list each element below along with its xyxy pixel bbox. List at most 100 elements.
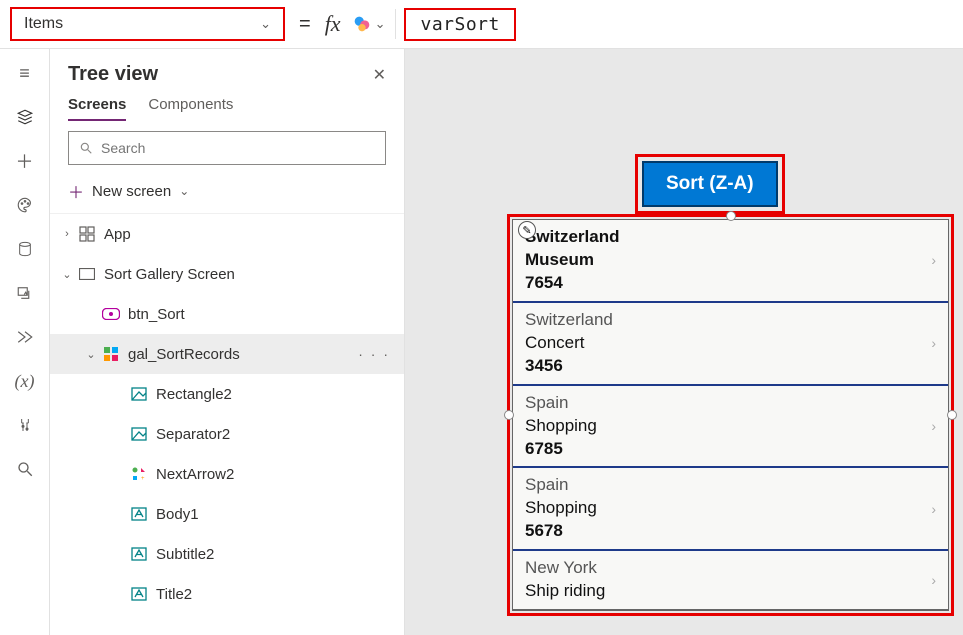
canvas[interactable]: Sort (Z-A) ✎ Switzerland Museum 7654 ›	[405, 49, 963, 635]
screen-icon	[78, 265, 96, 283]
chevron-right-icon[interactable]: ›	[931, 335, 936, 351]
gallery-title: New York	[525, 557, 605, 580]
separator-icon	[130, 425, 148, 443]
tree-view-panel: Tree view ✕ Screens Components ＋ New scr…	[50, 49, 405, 635]
tree-node-separator[interactable]: Separator2	[50, 414, 404, 454]
chevron-right-icon[interactable]: ›	[931, 572, 936, 588]
gallery-subtitle: Shopping	[525, 497, 597, 520]
resize-handle[interactable]	[504, 410, 514, 420]
media-icon[interactable]	[15, 283, 35, 303]
gallery-title: Switzerland	[525, 309, 613, 332]
chevron-right-icon[interactable]: ›	[931, 252, 936, 268]
chevron-down-icon: ⌄	[260, 16, 271, 32]
search-icon	[79, 141, 93, 155]
plus-icon: ＋	[68, 179, 84, 203]
hamburger-icon[interactable]: ≡	[15, 63, 35, 83]
chevron-right-icon[interactable]: ›	[931, 418, 936, 434]
plus-icon[interactable]: ＋	[15, 151, 35, 171]
copilot-icon[interactable]	[351, 13, 373, 35]
gallery-subtitle: Museum	[525, 249, 619, 272]
node-label: Separator2	[156, 426, 230, 443]
tree-node-screen[interactable]: ⌄ Sort Gallery Screen	[50, 254, 404, 294]
node-label: Subtitle2	[156, 546, 214, 563]
node-label: btn_Sort	[128, 306, 185, 323]
search-input[interactable]	[101, 140, 375, 156]
tree-node-app[interactable]: › App	[50, 214, 404, 254]
chevron-right-icon[interactable]: ›	[60, 228, 74, 240]
formula-value[interactable]: varSort	[404, 8, 515, 41]
tab-screens[interactable]: Screens	[68, 96, 126, 121]
resize-handle[interactable]	[947, 410, 957, 420]
tree-view-title: Tree view	[68, 63, 158, 86]
tree-node-btn-sort[interactable]: btn_Sort	[50, 294, 404, 334]
gallery-title: Switzerland	[525, 226, 619, 249]
gallery-item[interactable]: Switzerland Museum 7654 ›	[513, 220, 948, 303]
node-label: NextArrow2	[156, 466, 234, 483]
gallery-item[interactable]: Spain Shopping 6785 ›	[513, 386, 948, 469]
resize-handle[interactable]	[726, 211, 736, 221]
gallery-control[interactable]: Switzerland Museum 7654 › Switzerland Co…	[512, 219, 949, 611]
theme-icon[interactable]	[15, 195, 35, 215]
tree-node-nextarrow[interactable]: + NextArrow2	[50, 454, 404, 494]
gallery-title: Spain	[525, 474, 597, 497]
tree-search[interactable]	[68, 131, 386, 165]
tree-view-icon[interactable]	[15, 107, 35, 127]
gallery-subtitle: Concert	[525, 332, 613, 355]
property-name: Items	[24, 15, 63, 33]
search-icon[interactable]	[15, 459, 35, 479]
svg-text:+: +	[141, 476, 145, 482]
nextarrow-icon: +	[130, 465, 148, 483]
gallery-title: Spain	[525, 392, 597, 415]
variables-icon[interactable]: (x)	[15, 371, 35, 391]
tree-node-gallery[interactable]: ⌄ gal_SortRecords · · ·	[50, 334, 404, 374]
gallery-highlight: ✎ Switzerland Museum 7654 › Switzerland …	[507, 214, 954, 616]
gallery-body: 3456	[525, 355, 613, 378]
tree-node-rectangle[interactable]: Rectangle2	[50, 374, 404, 414]
power-automate-icon[interactable]	[15, 327, 35, 347]
gallery-body: 5678	[525, 520, 597, 543]
node-label: Sort Gallery Screen	[104, 266, 235, 283]
gallery-body: 7654	[525, 272, 619, 295]
chevron-down-icon[interactable]: ⌄	[375, 16, 386, 32]
gallery-item[interactable]: New York Ship riding ›	[513, 551, 948, 610]
data-icon[interactable]	[15, 239, 35, 259]
close-icon[interactable]: ✕	[373, 65, 386, 85]
new-screen-label: New screen	[92, 183, 171, 200]
gallery-item[interactable]: Spain Shopping 5678 ›	[513, 468, 948, 551]
chevron-down-icon: ⌄	[179, 184, 189, 198]
tree-nodes: › App ⌄ Sort Gallery Screen btn_Sort ⌄ g…	[50, 213, 404, 635]
edit-pencil-icon[interactable]: ✎	[518, 221, 536, 239]
tab-components[interactable]: Components	[148, 96, 233, 121]
node-label: gal_SortRecords	[128, 346, 240, 363]
node-label: Rectangle2	[156, 386, 232, 403]
node-label: Title2	[156, 586, 192, 603]
chevron-right-icon[interactable]: ›	[931, 501, 936, 517]
property-dropdown[interactable]: Items ⌄	[10, 7, 285, 41]
node-label: Body1	[156, 506, 199, 523]
left-rail: ≡ ＋ (x)	[0, 49, 50, 635]
chevron-down-icon[interactable]: ⌄	[60, 268, 74, 281]
new-screen-button[interactable]: ＋ New screen ⌄	[50, 173, 404, 213]
sort-button[interactable]: Sort (Z-A)	[642, 161, 778, 207]
button-icon	[102, 305, 120, 323]
gallery-item[interactable]: Switzerland Concert 3456 ›	[513, 303, 948, 386]
formula-bar: Items ⌄ = fx ⌄ varSort	[0, 0, 963, 49]
fx-icon: fx	[325, 11, 341, 37]
more-icon[interactable]: · · ·	[358, 346, 390, 362]
tree-node-body1[interactable]: Body1	[50, 494, 404, 534]
equals-sign: =	[299, 13, 311, 36]
gallery-subtitle: Ship riding	[525, 580, 605, 603]
label-icon	[130, 545, 148, 563]
node-label: App	[104, 226, 131, 243]
label-icon	[130, 585, 148, 603]
app-icon	[78, 225, 96, 243]
tests-icon[interactable]	[15, 415, 35, 435]
tree-node-subtitle2[interactable]: Subtitle2	[50, 534, 404, 574]
gallery-subtitle: Shopping	[525, 415, 597, 438]
gallery-icon	[102, 345, 120, 363]
tree-tabs: Screens Components	[50, 90, 404, 121]
chevron-down-icon[interactable]: ⌄	[84, 348, 98, 361]
gallery-body: 6785	[525, 438, 597, 461]
sort-button-highlight: Sort (Z-A)	[635, 154, 785, 214]
tree-node-title2[interactable]: Title2	[50, 574, 404, 614]
